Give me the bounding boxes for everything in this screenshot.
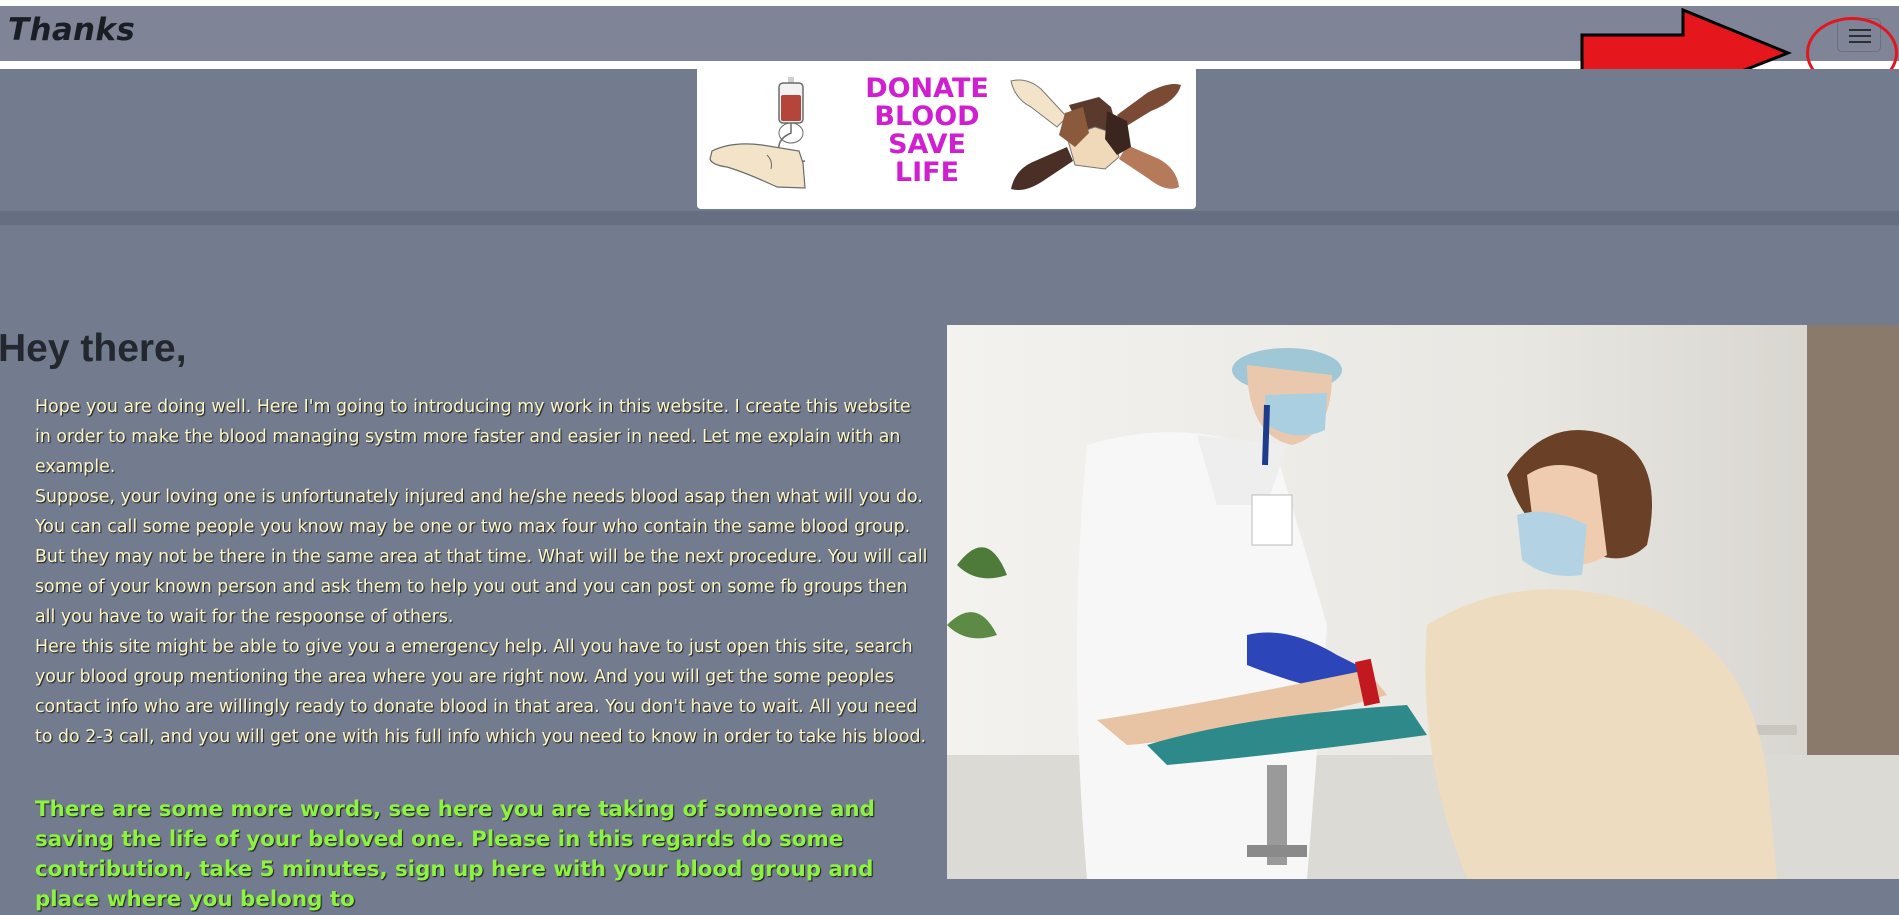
- paragraph: Here this site might be able to give you…: [35, 637, 927, 747]
- paragraph: Hope you are doing well. Here I'm going …: [35, 397, 911, 477]
- slogan-line: DONATE: [865, 73, 989, 104]
- slogan-line: SAVE: [888, 129, 966, 160]
- navbar-brand[interactable]: Thanks: [8, 12, 135, 48]
- paragraph: Suppose, your loving one is unfortunatel…: [35, 487, 928, 627]
- donate-banner: DONATE BLOOD SAVE LIFE: [697, 69, 1196, 209]
- donate-slogan: DONATE BLOOD SAVE LIFE: [862, 75, 992, 187]
- hero-bottom-band: [0, 211, 1899, 225]
- joined-hands-icon: [1010, 79, 1181, 190]
- page-heading: Hey there,: [0, 327, 187, 370]
- slogan-line: BLOOD: [874, 101, 980, 132]
- intro-text: Hope you are doing well. Here I'm going …: [35, 392, 930, 752]
- nurse-drawing-blood-image: [947, 325, 1899, 879]
- blood-transfusion-icon: [709, 77, 806, 189]
- slogan-line: LIFE: [894, 157, 960, 188]
- signup-callout: There are some more words, see here you …: [35, 797, 875, 912]
- blood-donation-photo: [947, 325, 1899, 879]
